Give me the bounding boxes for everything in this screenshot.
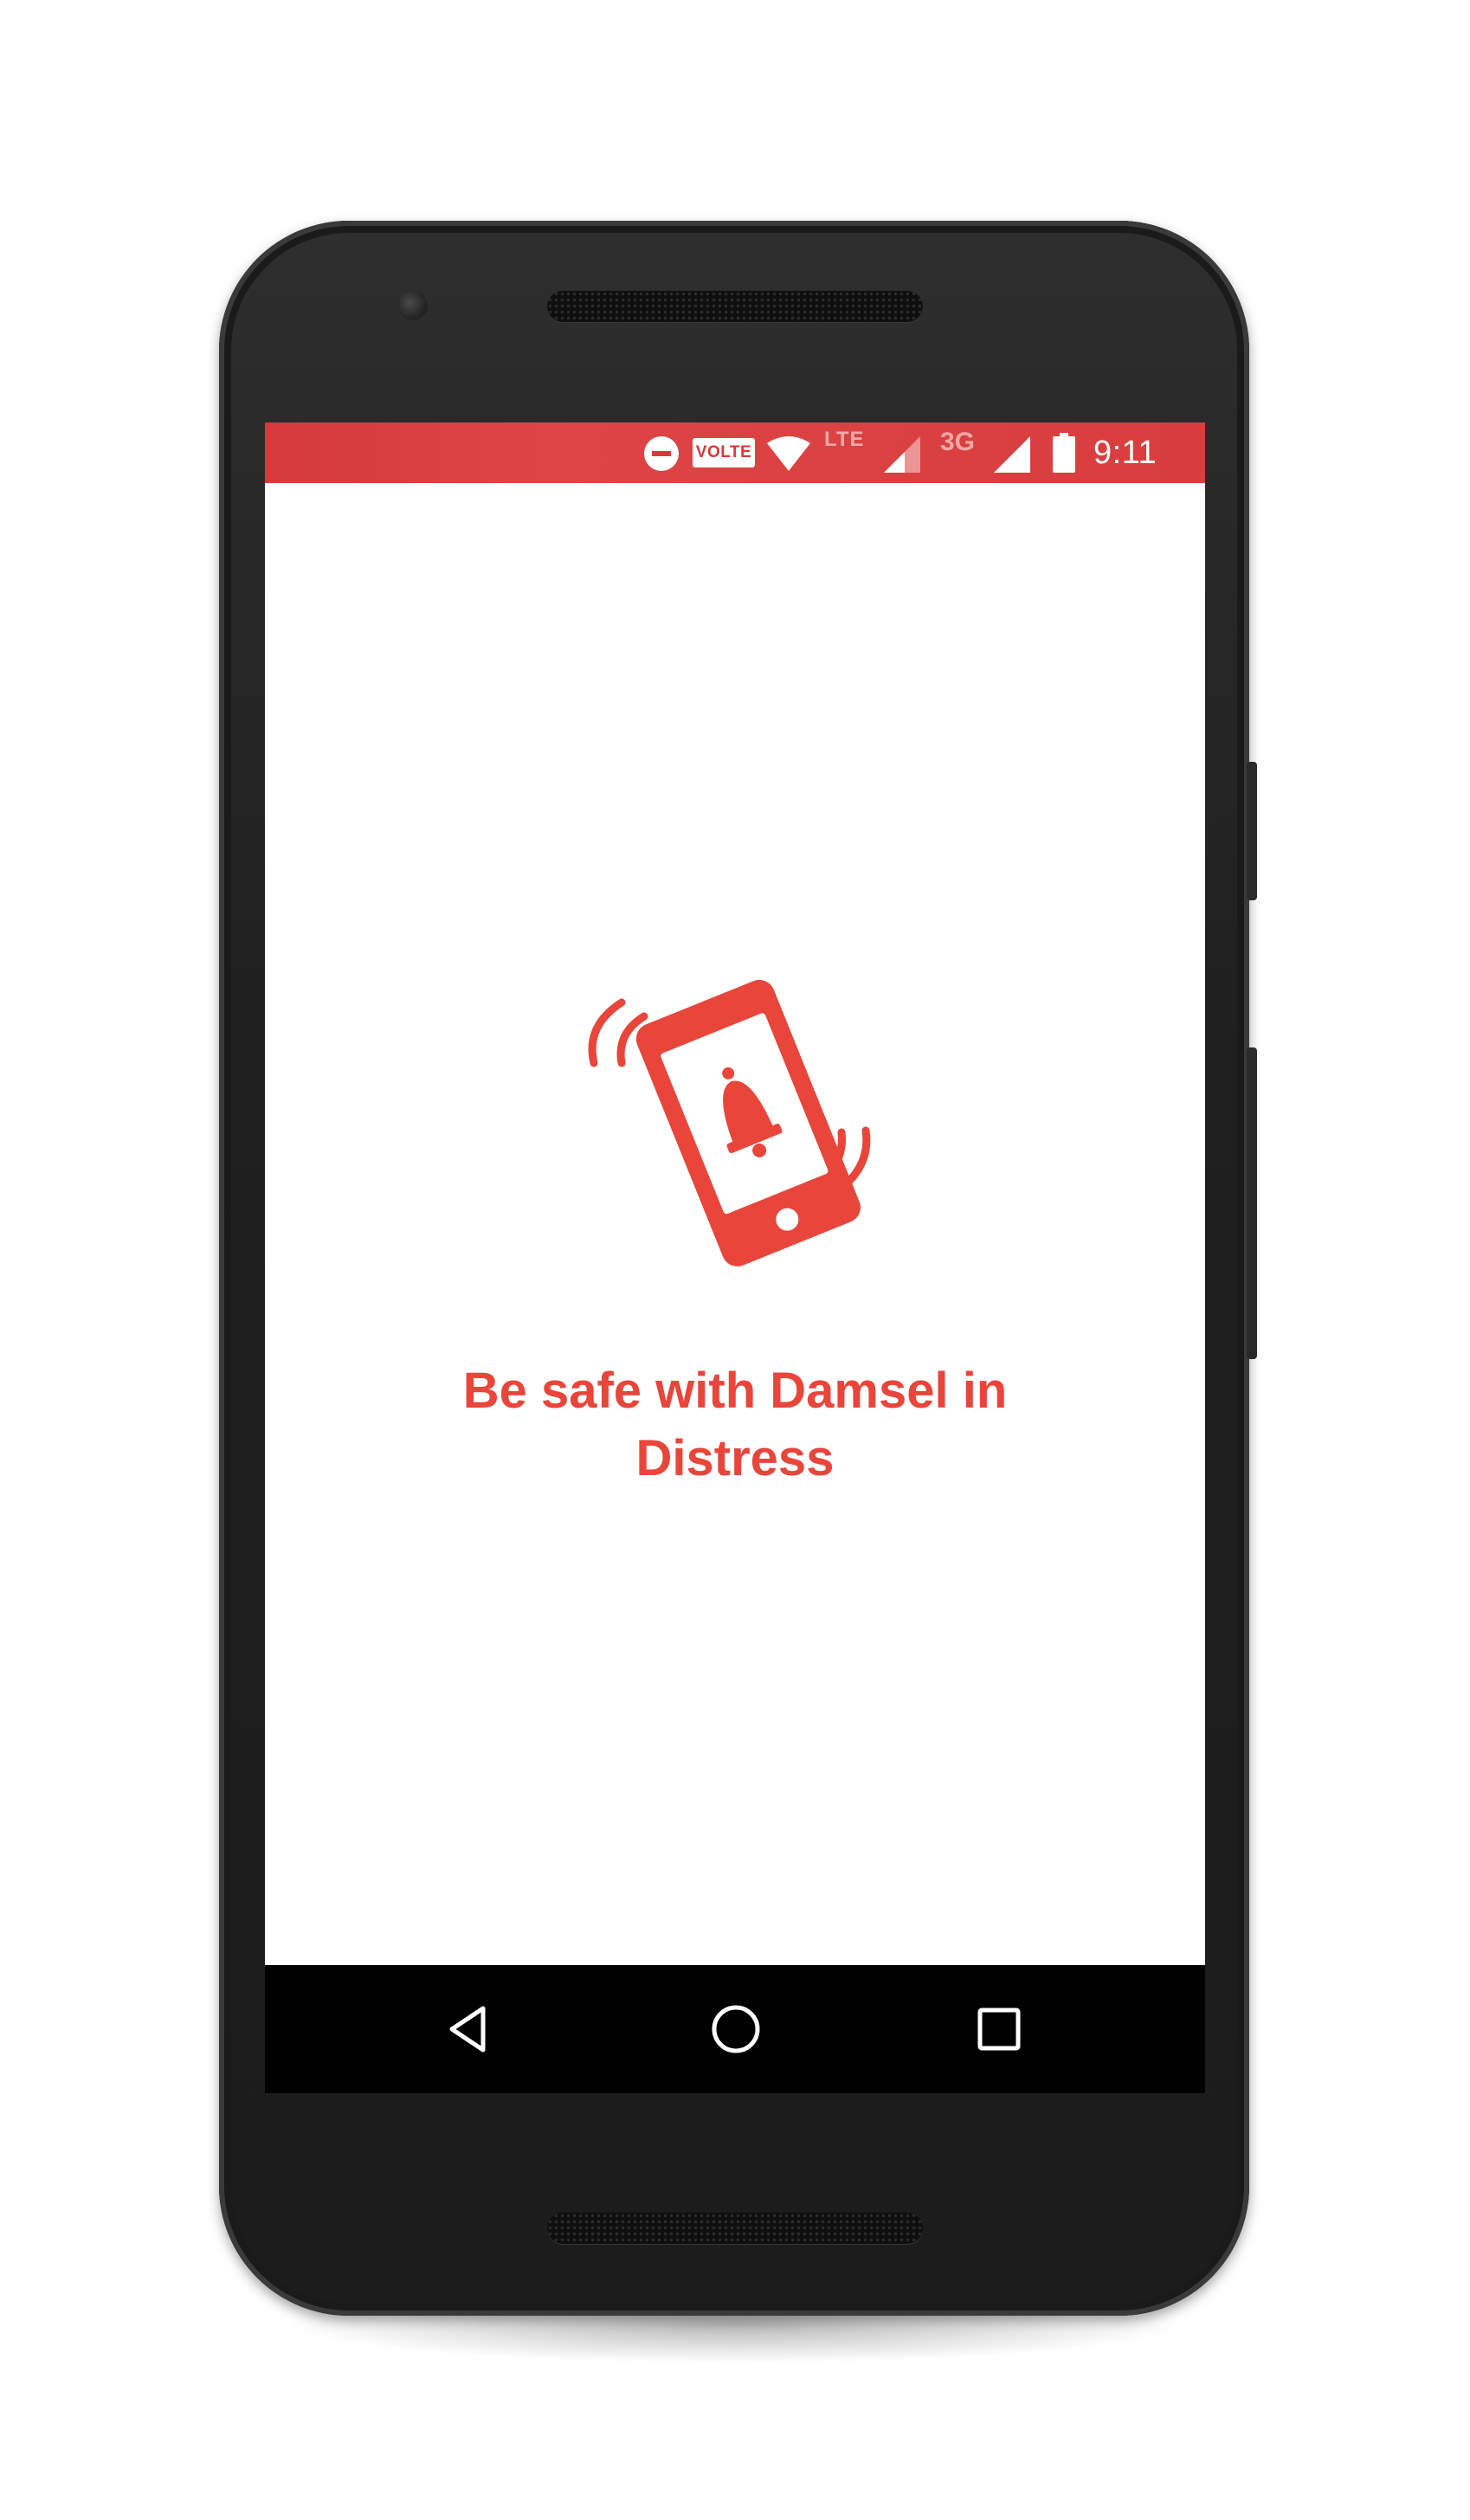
front-camera <box>398 291 428 320</box>
recents-icon[interactable] <box>973 2003 1025 2055</box>
signal-icon <box>994 436 1030 473</box>
tagline-line-2: Distress <box>635 1430 835 1486</box>
wifi-icon <box>767 436 810 471</box>
app-tagline: Be safe with Damsel in Distress <box>265 1357 1205 1492</box>
status-bar: VOLTE LTE 3G 9:11 <box>265 422 1205 483</box>
navigation-bar <box>265 1965 1205 2093</box>
lte-icon: LTE <box>824 428 865 451</box>
battery-icon <box>1053 433 1075 473</box>
signal-icon <box>884 436 920 473</box>
power-button <box>1247 762 1257 900</box>
do-not-disturb-icon <box>644 436 679 471</box>
volte-icon: VOLTE <box>693 438 755 467</box>
phone-screen: VOLTE LTE 3G 9:11 Be safe with Damsel in… <box>265 422 1205 2093</box>
canvas: VOLTE LTE 3G 9:11 Be safe with Damsel in… <box>0 0 1470 2520</box>
3g-icon: 3G <box>940 428 976 456</box>
phone-alarm-bell-icon <box>588 979 871 1266</box>
back-icon[interactable] <box>445 2003 497 2055</box>
bottom-speaker-grille <box>547 2213 923 2244</box>
volume-rocker <box>1247 1047 1257 1359</box>
status-time: 9:11 <box>1093 435 1157 471</box>
top-speaker-grille <box>547 291 923 322</box>
home-icon[interactable] <box>710 2003 762 2055</box>
tagline-line-1: Be safe with Damsel in <box>462 1363 1008 1419</box>
